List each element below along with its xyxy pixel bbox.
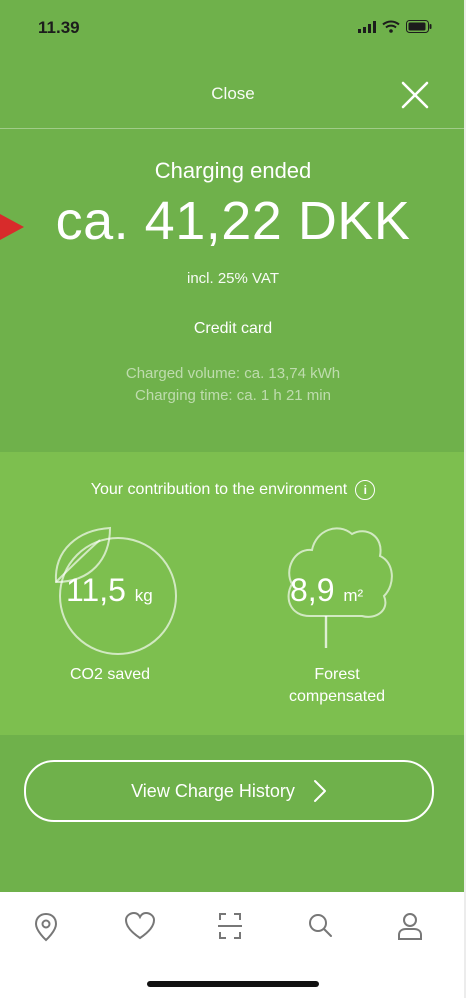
history-button-label: View Charge History xyxy=(131,780,295,801)
charged-volume: Charged volume: ca. 13,74 kWh xyxy=(125,365,341,382)
environment-title: Your contribution to the environment i xyxy=(0,480,466,500)
search-icon[interactable] xyxy=(302,908,338,944)
vat-note: incl. 25% VAT xyxy=(187,270,279,287)
co2-unit: kg xyxy=(134,586,153,605)
profile-icon[interactable] xyxy=(392,908,428,944)
status-time: 11.39 xyxy=(38,18,80,37)
co2-value: 11,5 xyxy=(66,572,126,608)
screen: 11.39 Close Charging ended ca. 41,22 DKK… xyxy=(0,0,466,998)
forest-label-line2: compensated xyxy=(288,688,386,705)
forest-value: 8,9 xyxy=(290,572,335,608)
co2-metric: 11,5 kg xyxy=(66,572,153,609)
charge-amount: ca. 41,22 DKK xyxy=(55,191,411,251)
info-icon[interactable]: i xyxy=(355,480,376,500)
status-icons xyxy=(358,20,432,33)
forest-unit: m² xyxy=(343,586,364,605)
chevron-right-icon xyxy=(313,780,326,802)
charging-status-title: Charging ended xyxy=(154,158,312,183)
environment-title-text: Your contribution to the environment xyxy=(90,481,348,499)
location-pin-icon[interactable] xyxy=(28,908,64,944)
heart-icon[interactable] xyxy=(122,908,158,944)
charging-time: Charging time: ca. 1 h 21 min xyxy=(135,387,331,404)
header-divider xyxy=(0,128,466,129)
view-charge-history-button[interactable]: View Charge History xyxy=(24,760,434,822)
close-label[interactable]: Close xyxy=(0,84,466,104)
battery-icon xyxy=(406,20,432,33)
wifi-icon xyxy=(382,20,400,33)
forest-metric: 8,9 m² xyxy=(290,572,363,609)
home-indicator[interactable] xyxy=(147,981,319,987)
scan-icon[interactable] xyxy=(212,908,248,944)
forest-label-line1: Forest xyxy=(314,666,360,683)
close-icon[interactable] xyxy=(400,80,430,110)
signal-icon xyxy=(358,20,376,33)
co2-label: CO2 saved xyxy=(69,666,151,683)
forest-label: Forest compensated xyxy=(262,664,412,708)
payment-method: Credit card xyxy=(193,320,273,337)
